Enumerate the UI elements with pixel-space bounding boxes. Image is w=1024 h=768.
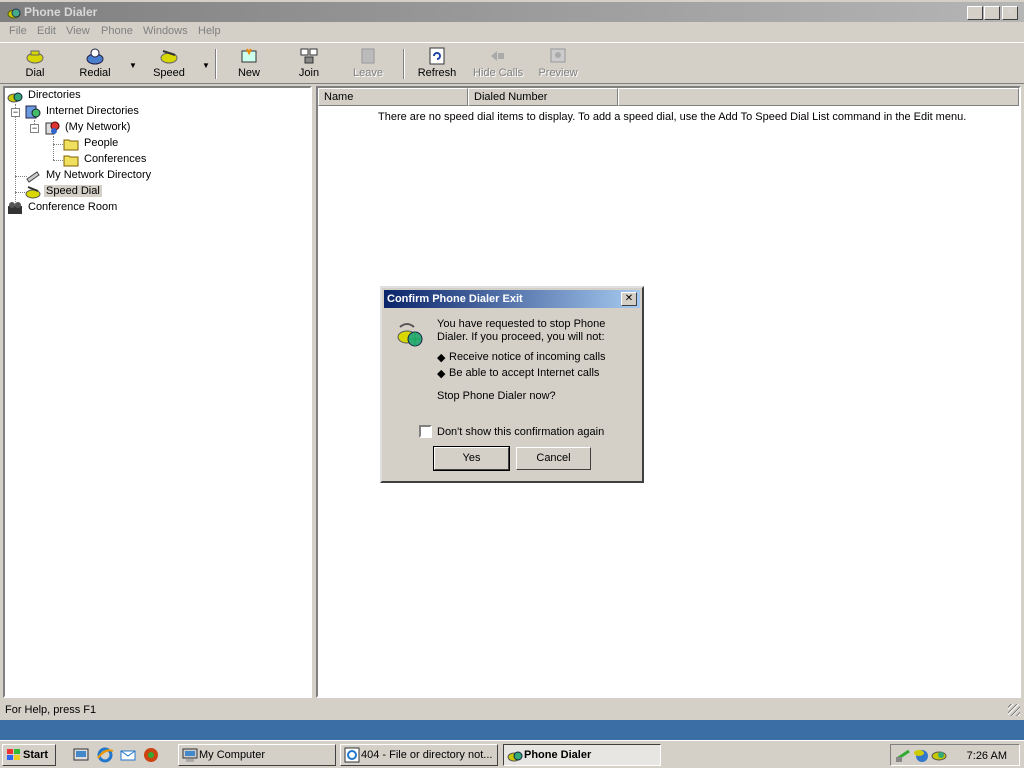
media-player-icon[interactable] xyxy=(142,746,160,764)
preview-button[interactable]: Preview xyxy=(537,47,579,81)
dial-button[interactable]: Dial xyxy=(18,47,52,81)
hide-calls-button[interactable]: Hide Calls xyxy=(473,47,523,81)
window-title: Phone Dialer xyxy=(24,5,98,19)
taskbar: Start My Computer 404 - File or director… xyxy=(0,740,1024,768)
confirm-exit-dialog: Confirm Phone Dialer Exit ✕ You have req… xyxy=(380,286,644,483)
dialog-title-bar[interactable]: Confirm Phone Dialer Exit ✕ xyxy=(384,290,640,308)
phone-dialer-tray-icon[interactable] xyxy=(931,747,947,763)
hide-calls-icon xyxy=(491,51,504,61)
maximize-button[interactable]: □ xyxy=(984,6,1000,20)
menu-file[interactable]: File xyxy=(9,25,27,37)
dialog-question: Stop Phone Dialer now? xyxy=(437,390,556,402)
bullet-icon: ◆ xyxy=(437,352,446,364)
task-404-page[interactable]: 404 - File or directory not... xyxy=(340,744,498,766)
title-bar[interactable]: Phone Dialer _ □ ✕ xyxy=(0,2,1024,22)
speed-button[interactable]: Speed xyxy=(151,47,187,81)
internet-directory-icon xyxy=(25,105,41,119)
menu-view[interactable]: View xyxy=(66,25,90,37)
redial-icon xyxy=(86,48,104,65)
phone-dialer-window: Phone Dialer _ □ ✕ File Edit View Phone … xyxy=(0,0,1024,720)
task-my-computer[interactable]: My Computer xyxy=(178,744,336,766)
internet-explorer-icon[interactable] xyxy=(96,746,114,764)
new-button[interactable]: New xyxy=(234,47,264,81)
phone-globe-tray-icon[interactable] xyxy=(913,747,929,763)
internet-explorer-icon xyxy=(344,747,360,763)
leave-icon xyxy=(361,48,375,64)
refresh-button[interactable]: Refresh xyxy=(417,47,457,81)
preview-icon xyxy=(550,48,566,63)
join-icon xyxy=(300,48,318,64)
speed-dial-icon xyxy=(25,186,41,199)
phone-dialer-icon xyxy=(6,4,22,23)
menu-phone[interactable]: Phone xyxy=(101,25,133,37)
dialog-bullet-1: Receive notice of incoming calls xyxy=(449,351,606,363)
speed-dropdown-icon[interactable]: ▼ xyxy=(202,61,210,70)
toolbar: Dial Redial ▼ Speed ▼ New Join Leave Ref… xyxy=(0,42,1024,84)
start-button[interactable]: Start xyxy=(2,744,56,766)
column-header-dialed-number[interactable]: Dialed Number xyxy=(468,88,618,106)
system-tray: 7:26 AM xyxy=(890,744,1020,766)
dont-show-again-label[interactable]: Don't show this confirmation again xyxy=(437,426,604,438)
menu-bar: File Edit View Phone Windows Help xyxy=(0,23,1024,41)
leave-button[interactable]: Leave xyxy=(352,47,384,81)
folder-icon xyxy=(63,155,79,167)
collapse-icon[interactable]: − xyxy=(11,108,20,117)
windows-logo-icon xyxy=(7,749,20,760)
phone-globe-icon xyxy=(7,92,23,103)
dial-phone-icon xyxy=(26,50,44,64)
resize-grip-icon[interactable] xyxy=(1008,704,1020,716)
network-server-icon xyxy=(45,121,60,135)
yes-button[interactable]: Yes xyxy=(433,446,510,471)
dialog-message-line-2: Dialer. If you proceed, you will not: xyxy=(437,331,605,343)
menu-windows[interactable]: Windows xyxy=(143,25,188,37)
show-desktop-icon[interactable] xyxy=(72,746,90,764)
menu-help[interactable]: Help xyxy=(198,25,221,37)
status-text: For Help, press F1 xyxy=(5,704,97,716)
new-conference-icon xyxy=(241,48,257,63)
outlook-express-icon[interactable] xyxy=(119,746,137,764)
toolbar-separator xyxy=(403,49,405,79)
column-header-name[interactable]: Name xyxy=(318,88,468,106)
collapse-icon[interactable]: − xyxy=(30,124,39,133)
redial-button[interactable]: Redial xyxy=(76,47,114,81)
cancel-button[interactable]: Cancel xyxy=(516,447,591,470)
toolbar-separator xyxy=(215,49,217,79)
dialog-close-button[interactable]: ✕ xyxy=(621,292,637,306)
dont-show-again-checkbox[interactable] xyxy=(419,425,432,438)
empty-list-message: There are no speed dial items to display… xyxy=(378,111,967,123)
phone-dialer-icon xyxy=(396,321,424,352)
speed-dial-icon xyxy=(160,50,178,64)
dialog-message-line-1: You have requested to stop Phone xyxy=(437,318,606,330)
column-header-empty xyxy=(618,88,1019,106)
network-directory-icon xyxy=(26,171,40,183)
directory-tree[interactable]: Directories − Internet Directories − (My… xyxy=(3,86,312,698)
my-computer-icon xyxy=(182,748,198,762)
menu-edit[interactable]: Edit xyxy=(37,25,56,37)
dialog-title: Confirm Phone Dialer Exit xyxy=(387,293,523,305)
close-button[interactable]: ✕ xyxy=(1002,6,1018,20)
redial-dropdown-icon[interactable]: ▼ xyxy=(129,61,137,70)
clock[interactable]: 7:26 AM xyxy=(967,750,1007,762)
bullet-icon: ◆ xyxy=(437,368,446,380)
refresh-icon xyxy=(429,47,445,65)
join-button[interactable]: Join xyxy=(296,47,322,81)
dialog-bullet-2: Be able to accept Internet calls xyxy=(449,367,600,379)
minimize-button[interactable]: _ xyxy=(967,6,983,20)
status-bar: For Help, press F1 xyxy=(0,700,1024,720)
conference-room-icon xyxy=(8,202,22,214)
folder-icon xyxy=(63,139,79,151)
network-tray-icon[interactable] xyxy=(895,747,911,763)
phone-dialer-icon xyxy=(507,751,523,762)
task-phone-dialer[interactable]: Phone Dialer xyxy=(503,744,661,766)
